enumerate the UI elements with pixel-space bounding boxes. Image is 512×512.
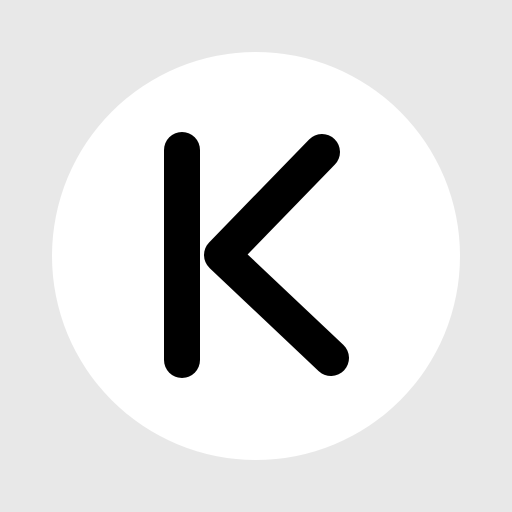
- k-letter-icon: [164, 132, 349, 378]
- icon-canvas: [0, 0, 512, 512]
- k-arms: [204, 134, 349, 376]
